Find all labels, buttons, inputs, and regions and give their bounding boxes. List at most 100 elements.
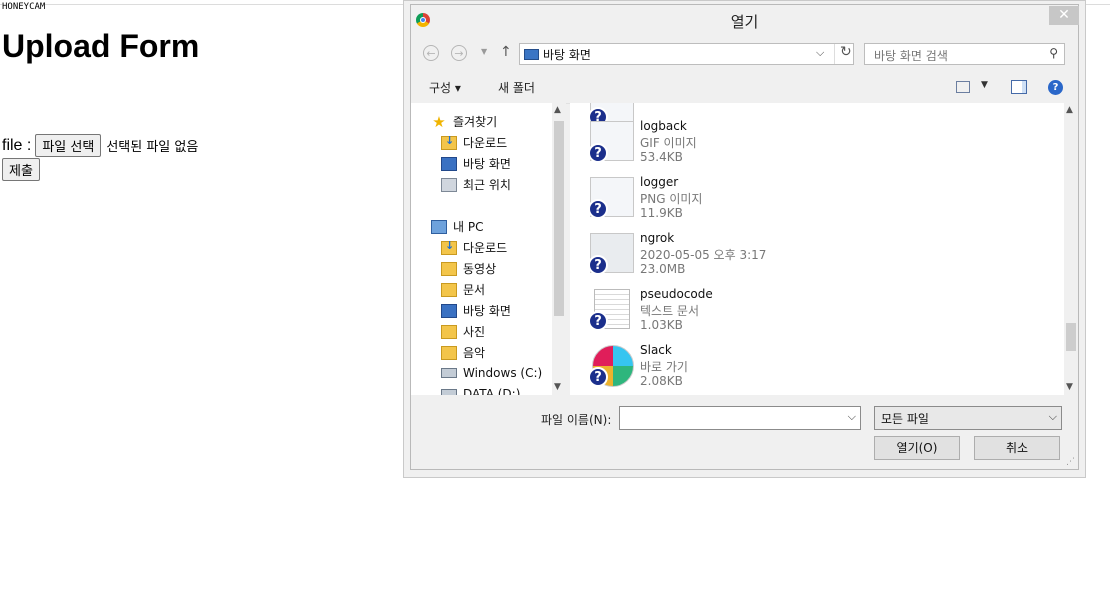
list-item[interactable]: ? logger PNG 이미지 11.9KB (588, 175, 988, 227)
preview-pane-icon[interactable] (1011, 80, 1027, 94)
file-label: file : (2, 136, 32, 154)
address-bar[interactable]: 바탕 화면 ⌵ ↻ (519, 43, 854, 65)
scroll-up-icon[interactable]: ▲ (1066, 105, 1073, 115)
file-type: GIF 이미지 (640, 136, 697, 150)
dialog-title: 열기 (730, 13, 759, 31)
close-button[interactable]: ✕ (1049, 6, 1079, 25)
question-badge-icon: ? (588, 143, 608, 163)
file-size: 2.08KB (640, 374, 683, 388)
pictures-folder-icon (441, 324, 457, 339)
up-arrow-icon[interactable]: ↑ (500, 44, 512, 60)
file-date: 2020-05-05 오후 3:17 (640, 248, 767, 262)
sidebar-item-this-pc[interactable]: 내 PC (431, 218, 483, 235)
file-size: 1.03KB (640, 318, 683, 332)
star-icon: ★ (432, 112, 446, 131)
desktop-icon (441, 303, 457, 318)
scrollbar-thumb[interactable] (554, 121, 564, 316)
search-box[interactable]: 바탕 화면 검색 ⚲ (864, 43, 1065, 65)
dialog-toolbar: 구성 ▾ 새 폴더 ▼ ? (411, 71, 1078, 104)
list-item[interactable]: ? Slack 바로 가기 2.08KB (588, 343, 988, 395)
file-name: logger (640, 175, 679, 189)
sidebar-item-documents[interactable]: 문서 (441, 281, 485, 298)
new-folder-button[interactable]: 새 폴더 (498, 79, 535, 96)
question-badge-icon: ? (588, 311, 608, 331)
chevron-down-icon[interactable]: ⌵ (816, 46, 824, 60)
list-item[interactable]: ? logback GIF 이미지 53.4KB (588, 119, 988, 171)
search-placeholder: 바탕 화면 검색 (874, 49, 948, 63)
cancel-button[interactable]: 취소 (974, 436, 1060, 460)
sidebar-item-videos[interactable]: 동영상 (441, 260, 496, 277)
help-icon[interactable]: ? (1048, 80, 1063, 95)
list-item[interactable]: ? pseudocode 텍스트 문서 1.03KB (588, 287, 988, 339)
back-arrow-icon[interactable]: ← (423, 45, 439, 61)
view-options-icon[interactable] (956, 81, 970, 93)
watermark: HONEYCAM (2, 2, 46, 12)
address-path: 바탕 화면 (543, 48, 591, 62)
open-file-dialog: 열기 ✕ ← → ▼ ↑ 바탕 화면 ⌵ ↻ 바탕 화면 검색 ⚲ 구성 ▾ 새… (410, 4, 1079, 470)
downloads-folder-icon (441, 134, 457, 150)
music-folder-icon (441, 345, 457, 360)
file-list: ? ? logback GIF 이미지 53.4KB ? logger PNG … (570, 103, 1064, 395)
question-badge-icon: ? (588, 255, 608, 275)
scroll-down-icon[interactable]: ▼ (1066, 382, 1073, 392)
sidebar-item-pc-downloads[interactable]: 다운로드 (441, 239, 507, 256)
question-badge-icon: ? (588, 199, 608, 219)
no-file-text: 선택된 파일 없음 (106, 140, 199, 155)
file-size: 23.0MB (640, 262, 686, 276)
sidebar-item-fav-downloads[interactable]: 다운로드 (441, 134, 507, 151)
documents-folder-icon (441, 282, 457, 297)
file-type: PNG 이미지 (640, 192, 703, 206)
file-name: Slack (640, 343, 672, 357)
file-size: 11.9KB (640, 206, 683, 220)
scrollbar-thumb[interactable] (1066, 323, 1076, 351)
videos-folder-icon (441, 261, 457, 276)
question-badge-icon: ? (588, 367, 608, 387)
sidebar-item-pictures[interactable]: 사진 (441, 323, 485, 340)
dialog-titlebar[interactable]: 열기 ✕ (411, 5, 1079, 35)
file-name: pseudocode (640, 287, 713, 301)
filter-value: 모든 파일 (881, 412, 929, 426)
view-dropdown-icon[interactable]: ▼ (981, 80, 988, 90)
resize-grip-icon[interactable]: ⋰ (1066, 457, 1075, 467)
refresh-icon[interactable]: ↻ (834, 44, 852, 64)
drive-icon (441, 368, 457, 378)
sidebar-item-drive-d[interactable]: DATA (D:) (441, 387, 520, 395)
filename-label: 파일 이름(N): (541, 413, 612, 427)
list-item[interactable]: ? ngrok 2020-05-05 오후 3:17 23.0MB (588, 231, 988, 283)
recent-locations-dropdown-icon[interactable]: ▼ (481, 47, 487, 56)
navigation-pane: ★ 즐겨찾기 다운로드 바탕 화면 최근 위치 내 PC 다운로드 동영상 (411, 103, 566, 395)
chevron-down-icon: ⌵ (1048, 410, 1057, 423)
file-type: 텍스트 문서 (640, 304, 700, 318)
open-button[interactable]: 열기(O) (874, 436, 960, 460)
desktop-icon (441, 156, 457, 171)
file-type-filter[interactable]: 모든 파일 ⌵ (874, 406, 1062, 430)
submit-button[interactable]: 제출 (2, 158, 40, 181)
scroll-up-icon[interactable]: ▲ (554, 105, 561, 115)
navigation-pane-scrollbar[interactable]: ▲ ▼ (552, 103, 566, 395)
sidebar-item-music[interactable]: 음악 (441, 344, 485, 361)
page-title: Upload Form (2, 28, 200, 64)
drive-icon (441, 389, 457, 395)
search-icon[interactable]: ⚲ (1049, 46, 1058, 60)
sidebar-item-fav-desktop[interactable]: 바탕 화면 (441, 155, 511, 172)
choose-file-button[interactable]: 파일 선택 (35, 134, 102, 157)
file-size: 53.4KB (640, 150, 683, 164)
sidebar-item-recent[interactable]: 최근 위치 (441, 176, 511, 193)
sidebar-item-drive-c[interactable]: Windows (C:) (441, 366, 542, 380)
filename-input[interactable]: ⌵ (619, 406, 861, 430)
forward-arrow-icon[interactable]: → (451, 45, 467, 61)
sidebar-item-favorites[interactable]: ★ 즐겨찾기 (431, 113, 497, 130)
downloads-folder-icon (441, 239, 457, 255)
computer-icon (431, 219, 447, 234)
chevron-down-icon[interactable]: ⌵ (848, 410, 856, 424)
file-row: file : 파일 선택 선택된 파일 없음 (2, 134, 198, 157)
file-name: ngrok (640, 231, 675, 245)
sidebar-item-pc-desktop[interactable]: 바탕 화면 (441, 302, 511, 319)
file-type: 바로 가기 (640, 360, 688, 374)
navigation-bar: ← → ▼ ↑ 바탕 화면 ⌵ ↻ 바탕 화면 검색 ⚲ (411, 38, 1078, 68)
file-list-scrollbar[interactable]: ▲ ▼ (1064, 103, 1078, 395)
organize-menu[interactable]: 구성 ▾ (429, 79, 461, 96)
desktop-folder-icon (524, 49, 539, 60)
scroll-down-icon[interactable]: ▼ (554, 382, 561, 392)
recent-places-icon (441, 177, 457, 192)
